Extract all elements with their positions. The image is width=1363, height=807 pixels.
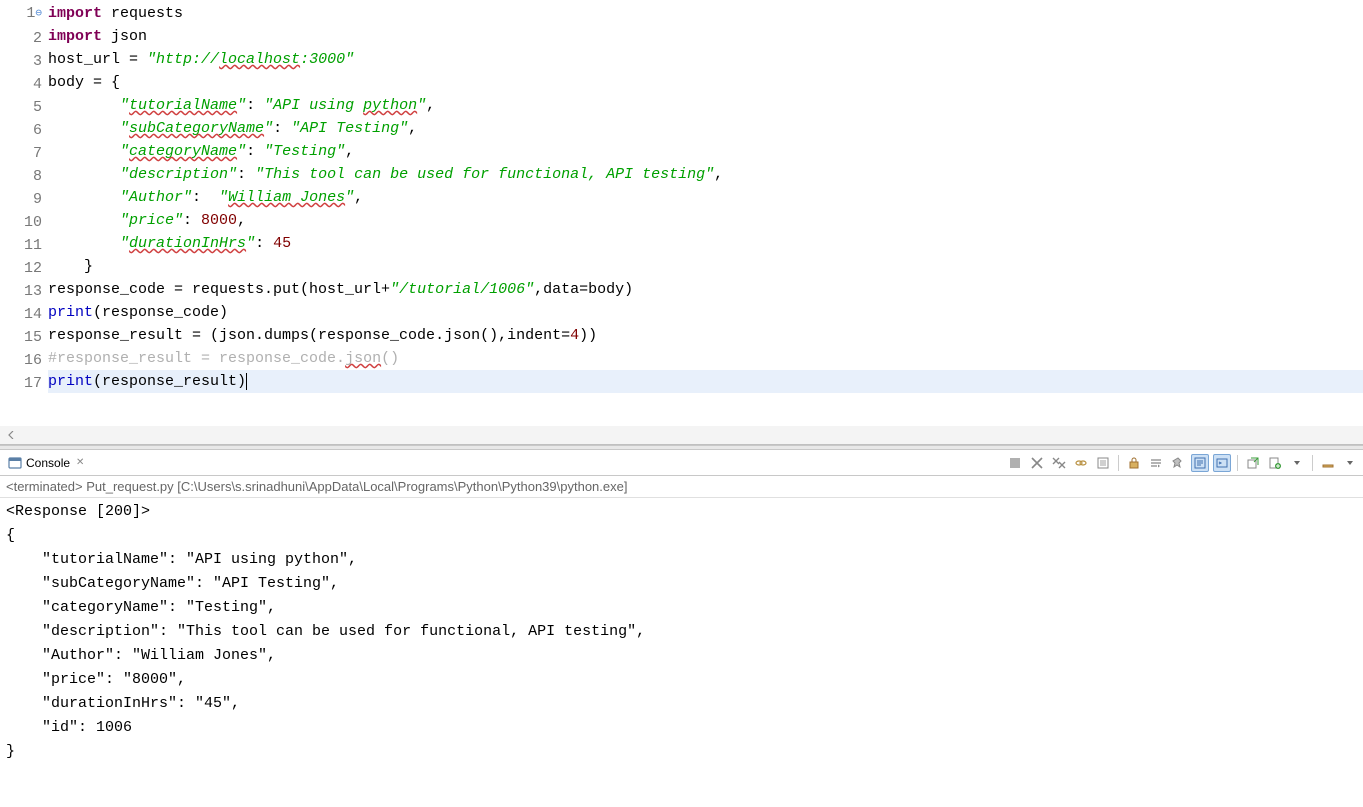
toolbar-separator xyxy=(1312,455,1313,471)
close-tab-icon[interactable]: ✕ xyxy=(76,457,84,468)
code-line[interactable]: "tutorialName": "API using python", xyxy=(48,94,1363,117)
horizontal-scrollbar[interactable] xyxy=(0,426,1363,444)
line-number: 16 xyxy=(0,349,42,372)
line-number: 13 xyxy=(0,280,42,303)
code-line[interactable]: #response_result = response_code.json() xyxy=(48,347,1363,370)
scroll-lock-icon[interactable] xyxy=(1125,454,1143,472)
line-number: 12 xyxy=(0,257,42,280)
scroll-left-icon[interactable] xyxy=(4,428,18,442)
line-number: 3 xyxy=(0,50,42,73)
line-number: 9 xyxy=(0,188,42,211)
console-tab-bar: Console ✕ xyxy=(0,450,1363,476)
line-number: 7 xyxy=(0,142,42,165)
console-icon xyxy=(8,456,22,470)
display-console-icon[interactable] xyxy=(1213,454,1231,472)
code-line[interactable]: host_url = "http://localhost:3000" xyxy=(48,48,1363,71)
editor-pane: 1⊖2 3 4 5 6 7 8 9 10 11 12 13 14 15 16 1… xyxy=(0,0,1363,445)
console-tab-label: Console xyxy=(26,456,70,470)
remove-terminated-icon[interactable] xyxy=(1028,454,1046,472)
line-number: 15 xyxy=(0,326,42,349)
code-line[interactable]: "description": "This tool can be used fo… xyxy=(48,163,1363,186)
code-line[interactable]: "durationInHrs": 45 xyxy=(48,232,1363,255)
code-content[interactable]: import requestsimport jsonhost_url = "ht… xyxy=(48,0,1363,426)
toolbar-separator xyxy=(1237,455,1238,471)
line-number: 1⊖ xyxy=(0,2,42,27)
code-line[interactable]: print(response_code) xyxy=(48,301,1363,324)
line-number: 2 xyxy=(0,27,42,50)
pin-icon[interactable] xyxy=(1169,454,1187,472)
remove-all-icon[interactable] xyxy=(1050,454,1068,472)
code-line[interactable]: body = { xyxy=(48,71,1363,94)
console-pane: Console ✕ <terminated> Put_request.py [C… xyxy=(0,450,1363,807)
code-line[interactable]: response_code = requests.put(host_url+"/… xyxy=(48,278,1363,301)
code-line[interactable]: } xyxy=(48,255,1363,278)
toolbar-menu-arrow[interactable] xyxy=(1288,454,1306,472)
tab-console[interactable]: Console ✕ xyxy=(4,454,88,472)
text-cursor xyxy=(246,373,247,390)
display-selected-icon[interactable] xyxy=(1191,454,1209,472)
clear-console-icon[interactable] xyxy=(1094,454,1112,472)
code-line[interactable]: "Author": "William Jones", xyxy=(48,186,1363,209)
view-menu-arrow[interactable] xyxy=(1341,454,1359,472)
line-number: 4 xyxy=(0,73,42,96)
minimize-view-icon[interactable] xyxy=(1319,454,1337,472)
terminate-icon[interactable] xyxy=(1006,454,1024,472)
code-line[interactable]: "price": 8000, xyxy=(48,209,1363,232)
code-line[interactable]: response_result = (json.dumps(response_c… xyxy=(48,324,1363,347)
line-number: 5 xyxy=(0,96,42,119)
line-number: 14 xyxy=(0,303,42,326)
code-line[interactable]: import json xyxy=(48,25,1363,48)
link-icon[interactable] xyxy=(1072,454,1090,472)
line-number: 11 xyxy=(0,234,42,257)
code-line[interactable]: "categoryName": "Testing", xyxy=(48,140,1363,163)
code-line[interactable]: import requests xyxy=(48,2,1363,25)
code-line[interactable]: "subCategoryName": "API Testing", xyxy=(48,117,1363,140)
word-wrap-icon[interactable] xyxy=(1147,454,1165,472)
console-toolbar xyxy=(1006,454,1359,472)
line-number: 6 xyxy=(0,119,42,142)
open-console-icon[interactable] xyxy=(1244,454,1262,472)
line-number: 10 xyxy=(0,211,42,234)
toolbar-separator xyxy=(1118,455,1119,471)
console-launch-header: <terminated> Put_request.py [C:\Users\s.… xyxy=(0,476,1363,498)
line-number: 8 xyxy=(0,165,42,188)
console-output[interactable]: <Response [200]> { "tutorialName": "API … xyxy=(0,498,1363,807)
line-number: 17 xyxy=(0,372,42,395)
code-line[interactable]: print(response_result) xyxy=(48,370,1363,393)
new-console-icon[interactable] xyxy=(1266,454,1284,472)
line-number-gutter: 1⊖2 3 4 5 6 7 8 9 10 11 12 13 14 15 16 1… xyxy=(0,0,48,426)
code-area[interactable]: 1⊖2 3 4 5 6 7 8 9 10 11 12 13 14 15 16 1… xyxy=(0,0,1363,426)
